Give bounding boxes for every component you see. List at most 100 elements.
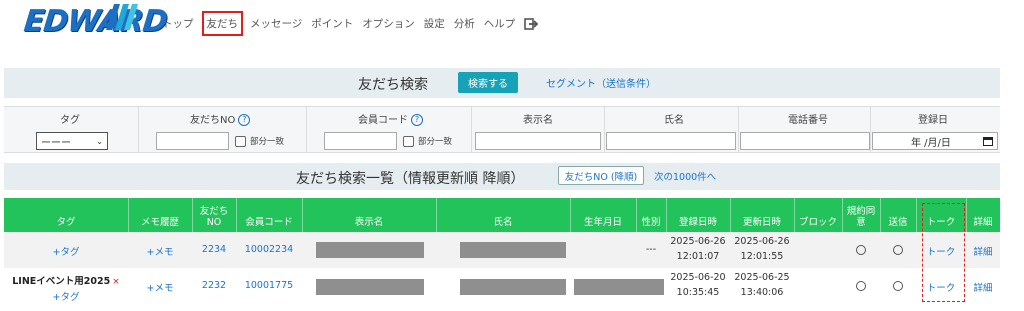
- detail-link[interactable]: 詳細: [966, 280, 1000, 294]
- redacted-name: [460, 279, 566, 295]
- th-send: 送信: [888, 217, 908, 228]
- nav-top[interactable]: トップ: [158, 14, 198, 33]
- tag-select-value: ーーー: [41, 137, 71, 149]
- friend-no-partial-checkbox[interactable]: [235, 136, 246, 147]
- divider: [471, 107, 472, 153]
- th-detail: 詳細: [973, 217, 993, 228]
- label-phone: 電話番号: [788, 115, 828, 126]
- redacted-birthday: [574, 279, 664, 295]
- registered-date: 2025-06-20: [670, 272, 726, 283]
- next-page-link[interactable]: 次の1000件へ: [654, 169, 716, 183]
- updated-time: 12:01:55: [740, 251, 784, 262]
- label-friend-no: 友だちNO?: [190, 111, 251, 126]
- edward-logo[interactable]: EDWARD: [22, 3, 169, 39]
- reg-date-input[interactable]: 年 /月/日: [872, 132, 998, 150]
- search-button[interactable]: 検索する: [458, 72, 518, 93]
- redacted-name: [460, 242, 566, 258]
- table-row: +タグ +メモ 2234 10002234 --- 2025-06-26 12:…: [4, 232, 1000, 268]
- label-reg-date: 登録日: [918, 115, 948, 126]
- th-name: 氏名: [493, 217, 513, 228]
- label-member-code: 会員コード?: [358, 111, 423, 126]
- nav-analytics[interactable]: 分析: [450, 14, 479, 33]
- member-code-link[interactable]: 10001775: [236, 280, 302, 291]
- logo-stripes-icon: [106, 4, 138, 30]
- search-form: タグ 友だちNO? 会員コード? 表示名 氏名 電話番号 登録日 ーーー ⌄ 部…: [4, 106, 1000, 153]
- nav-help[interactable]: ヘルプ: [480, 14, 520, 33]
- gender-cell: ---: [645, 244, 657, 255]
- nav-message[interactable]: メッセージ: [246, 14, 306, 33]
- th-registered: 登録日時: [678, 217, 717, 228]
- redacted-display-name: [316, 242, 424, 258]
- friend-no-link[interactable]: 2234: [192, 244, 236, 255]
- updated-time: 13:40:06: [740, 287, 784, 298]
- registered-time: 10:35:45: [676, 287, 720, 298]
- divider: [738, 107, 739, 153]
- help-icon[interactable]: ?: [411, 114, 423, 126]
- nav-points[interactable]: ポイント: [307, 14, 357, 33]
- help-icon[interactable]: ?: [238, 114, 251, 126]
- display-name-input[interactable]: [475, 132, 601, 150]
- registered-date: 2025-06-26: [670, 236, 726, 247]
- results-table-header: タグ メモ履歴 友だち NO 会員コード 表示名 氏名 生年月日 性別 登録日時…: [4, 198, 1000, 232]
- terms-agreed-circle-icon: [856, 245, 866, 255]
- search-form-inputs: ーーー ⌄ 部分一致 部分一致 年 /月/日: [4, 129, 1000, 153]
- friend-no-input[interactable]: [156, 132, 229, 150]
- tag-name: LINEイベント用2025: [12, 276, 111, 287]
- nav-friends[interactable]: 友だち: [201, 11, 243, 36]
- search-title: 友だち検索: [358, 77, 428, 93]
- updated-date: 2025-06-25: [734, 272, 790, 283]
- member-code-link[interactable]: 10002234: [236, 244, 302, 255]
- th-gender: 性別: [641, 217, 661, 228]
- search-form-header: タグ 友だちNO? 会員コード? 表示名 氏名 電話番号 登録日: [4, 107, 1000, 129]
- segment-link[interactable]: セグメント（送信条件）: [546, 75, 656, 90]
- add-tag-link[interactable]: +タグ: [4, 244, 128, 258]
- th-display-name: 表示名: [354, 217, 384, 228]
- chevron-down-icon: ⌄: [96, 136, 103, 146]
- send-enabled-circle-icon: [893, 281, 903, 291]
- remove-tag-icon[interactable]: ×: [112, 277, 120, 287]
- th-updated: 更新日時: [742, 217, 781, 228]
- th-birthday: 生年月日: [583, 217, 622, 228]
- member-code-input[interactable]: [324, 132, 397, 150]
- main-nav: トップ 友だち メッセージ ポイント オプション 設定 分析 ヘルプ: [158, 11, 539, 36]
- name-input[interactable]: [606, 132, 736, 150]
- add-memo-link[interactable]: +メモ: [128, 244, 192, 258]
- date-placeholder: 年 /月/日: [911, 137, 951, 149]
- label-friend-no-text: 友だちNO: [190, 115, 236, 126]
- updated-date: 2025-06-26: [734, 236, 790, 247]
- label-display-name: 表示名: [523, 115, 553, 126]
- list-title: 友だち検索一覧（情報更新順 降順）: [296, 171, 525, 187]
- detail-link[interactable]: 詳細: [966, 244, 1000, 258]
- divider: [870, 107, 871, 153]
- th-friend-no: 友だち NO: [199, 206, 229, 228]
- tag-select[interactable]: ーーー ⌄: [36, 132, 108, 150]
- label-member-code-text: 会員コード: [358, 115, 408, 126]
- logout-icon[interactable]: [524, 17, 539, 31]
- partial-match-label: 部分一致: [418, 137, 453, 147]
- nav-settings[interactable]: 設定: [420, 14, 449, 33]
- th-block: ブロック: [798, 217, 837, 228]
- app-header: EDWARD トップ 友だち メッセージ ポイント オプション 設定 分析 ヘル…: [0, 0, 1024, 44]
- add-memo-link[interactable]: +メモ: [128, 280, 192, 294]
- logo-text: EDWARD: [22, 3, 169, 39]
- phone-input[interactable]: [740, 132, 870, 150]
- partial-match-label: 部分一致: [250, 137, 285, 147]
- calendar-icon[interactable]: [983, 136, 993, 146]
- list-title-bar: 友だち検索一覧（情報更新順 降順）: [4, 163, 1000, 190]
- divider: [604, 107, 605, 153]
- th-member-code: 会員コード: [245, 217, 293, 228]
- terms-agreed-circle-icon: [856, 281, 866, 291]
- redacted-display-name: [316, 279, 424, 295]
- table-row: LINEイベント用2025 × +タグ +メモ 2232 10001775 202…: [4, 268, 1000, 308]
- member-code-partial-checkbox[interactable]: [403, 136, 414, 147]
- talk-column-highlight: [922, 203, 965, 302]
- registered-time: 12:01:07: [676, 251, 720, 262]
- sort-button[interactable]: 友だちNO (降順): [558, 166, 644, 185]
- add-tag-link[interactable]: +タグ: [4, 289, 128, 303]
- friend-no-link[interactable]: 2232: [192, 280, 236, 291]
- th-memo: メモ履歴: [140, 217, 179, 228]
- th-terms: 規約同 意: [846, 206, 876, 228]
- nav-options[interactable]: オプション: [358, 14, 419, 33]
- send-enabled-circle-icon: [893, 245, 903, 255]
- label-name: 氏名: [664, 115, 684, 126]
